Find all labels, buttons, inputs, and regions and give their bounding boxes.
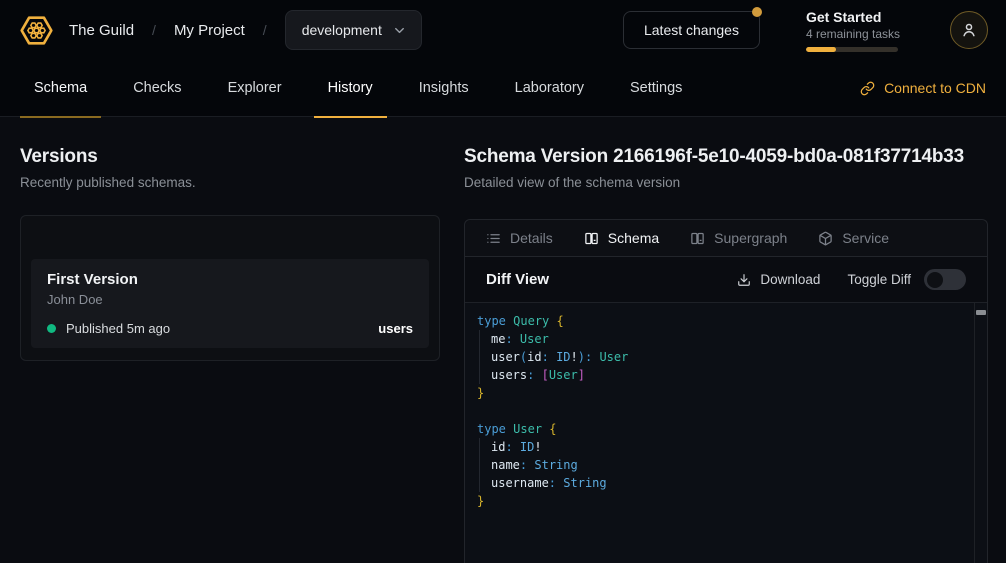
tab-label: Supergraph: [714, 230, 787, 246]
code-scrollbar: [974, 303, 987, 563]
version-status: Published 5m ago: [66, 321, 170, 336]
connect-to-cdn-label: Connect to CDN: [884, 80, 986, 96]
breadcrumb-separator: /: [263, 22, 267, 38]
version-name: First Version: [47, 271, 413, 288]
get-started-widget[interactable]: Get Started 4 remaining tasks: [806, 9, 900, 52]
download-button[interactable]: Download: [737, 272, 820, 287]
hive-logo-icon[interactable]: [18, 12, 55, 49]
nav-tab-settings[interactable]: Settings: [616, 60, 696, 117]
tab-service[interactable]: Service: [818, 230, 889, 246]
tab-supergraph[interactable]: Supergraph: [690, 230, 787, 246]
versions-subtitle: Recently published schemas.: [20, 175, 440, 190]
nav-tab-insights[interactable]: Insights: [405, 60, 483, 117]
schema-version-title: Schema Version 2166196f-5e10-4059-bd0a-0…: [464, 146, 988, 168]
nav-tab-label: History: [328, 80, 373, 96]
toggle-knob: [927, 272, 943, 288]
top-bar: The Guild / My Project / development Lat…: [0, 0, 1006, 60]
nav-tab-label: Settings: [630, 80, 682, 96]
version-author: John Doe: [47, 292, 413, 307]
get-started-title: Get Started: [806, 9, 900, 25]
list-icon: [486, 231, 501, 246]
toggle-diff-switch[interactable]: [924, 269, 966, 290]
nav-tab-label: Insights: [419, 80, 469, 96]
code-block: type Query {me: Useruser(id: ID!): Useru…: [477, 312, 961, 510]
cube-icon: [818, 231, 833, 246]
tab-label: Details: [510, 230, 553, 246]
latest-changes-button[interactable]: Latest changes: [623, 11, 760, 49]
tab-label: Schema: [608, 230, 659, 246]
toggle-diff-label: Toggle Diff: [847, 272, 911, 287]
schema-detail-container: Details Schema Supergraph: [464, 219, 988, 563]
tab-label: Service: [842, 230, 889, 246]
toggle-diff-control: Toggle Diff: [847, 269, 966, 290]
tab-schema[interactable]: Schema: [584, 230, 659, 246]
nav-tab-label: Schema: [34, 80, 87, 96]
nav-tab-history[interactable]: History: [314, 60, 387, 117]
service-badge: users: [378, 321, 413, 336]
tab-details[interactable]: Details: [486, 230, 553, 246]
primary-nav: Schema Checks Explorer History Insights …: [0, 60, 1006, 117]
environment-selector[interactable]: development: [285, 10, 422, 50]
avatar-button[interactable]: [950, 11, 988, 49]
get-started-progress-track: [806, 47, 898, 52]
chevron-down-icon: [392, 23, 407, 38]
version-status-row: Published 5m ago users: [47, 321, 413, 336]
nav-tab-explorer[interactable]: Explorer: [214, 60, 296, 117]
main-content: Versions Recently published schemas. Fir…: [0, 117, 1006, 563]
connect-to-cdn-link[interactable]: Connect to CDN: [860, 80, 986, 96]
user-icon: [960, 21, 978, 39]
columns-icon: [584, 231, 599, 246]
breadcrumb-org[interactable]: The Guild: [69, 22, 134, 39]
code-scrollbar-thumb[interactable]: [976, 310, 986, 315]
published-dot: [47, 324, 56, 333]
schema-version-subtitle: Detailed view of the schema version: [464, 175, 988, 190]
versions-list: First Version John Doe Published 5m ago …: [20, 215, 440, 361]
schema-code-viewer: type Query {me: Useruser(id: ID!): Useru…: [465, 303, 987, 563]
nav-tab-label: Checks: [133, 80, 181, 96]
nav-tab-label: Explorer: [228, 80, 282, 96]
latest-changes-label: Latest changes: [644, 22, 739, 38]
diff-actions: Download Toggle Diff: [737, 269, 966, 290]
notification-dot: [752, 7, 762, 17]
detail-tabs: Details Schema Supergraph: [465, 220, 987, 257]
download-icon: [737, 273, 751, 287]
get-started-progress-fill: [806, 47, 836, 52]
nav-tab-schema[interactable]: Schema: [20, 60, 101, 117]
nav-tab-label: Laboratory: [515, 80, 584, 96]
schema-version-panel: Schema Version 2166196f-5e10-4059-bd0a-0…: [464, 146, 988, 563]
columns-icon: [690, 231, 705, 246]
diff-header: Diff View Download Toggle Diff: [465, 257, 987, 303]
diff-view-title: Diff View: [486, 271, 549, 288]
nav-tab-checks[interactable]: Checks: [119, 60, 195, 117]
breadcrumb-project[interactable]: My Project: [174, 22, 245, 39]
nav-tab-laboratory[interactable]: Laboratory: [501, 60, 598, 117]
version-card[interactable]: First Version John Doe Published 5m ago …: [31, 259, 429, 348]
breadcrumb: The Guild / My Project /: [69, 22, 267, 39]
environment-selector-value: development: [302, 22, 382, 38]
versions-panel: Versions Recently published schemas. Fir…: [20, 146, 440, 563]
link-icon: [860, 81, 875, 96]
versions-title: Versions: [20, 146, 440, 168]
download-label: Download: [760, 272, 820, 287]
get-started-subtitle: 4 remaining tasks: [806, 27, 900, 41]
breadcrumb-separator: /: [152, 22, 156, 38]
